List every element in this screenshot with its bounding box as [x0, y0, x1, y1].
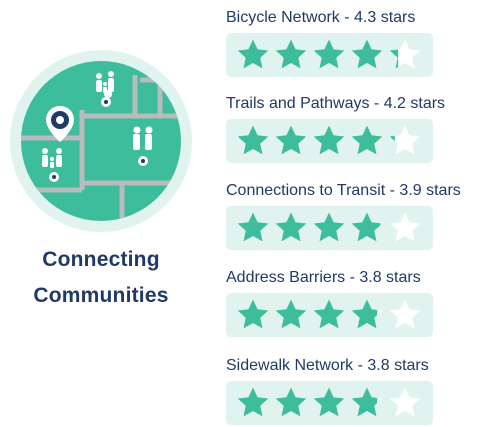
star-icon: [351, 387, 383, 417]
rating-sidewalk-network: Sidewalk Network - 3.8 stars: [226, 356, 490, 425]
star-icon: [237, 39, 269, 69]
star-rating: [226, 119, 433, 163]
rating-label: Trails and Pathways - 4.2 stars: [226, 95, 446, 112]
star-icon: [237, 299, 269, 329]
star-icon: [351, 39, 383, 69]
star-icon: [313, 125, 345, 155]
map-pin-icon: [101, 97, 111, 107]
star-icon: [275, 299, 307, 329]
rating-trails-and-pathways: Trails and Pathways - 4.2 stars: [226, 94, 490, 163]
star-rating: [226, 206, 433, 250]
rating-label: Address Barriers - 3.8 stars: [226, 269, 421, 286]
star-icon: [389, 299, 421, 329]
star-icon: [389, 125, 421, 155]
star-icon: [313, 299, 345, 329]
star-icon: [237, 125, 269, 155]
rating-address-barriers: Address Barriers - 3.8 stars: [226, 268, 490, 337]
star-icon: [313, 39, 345, 69]
star-rating: [226, 33, 433, 77]
star-icon: [275, 212, 307, 242]
star-icon: [313, 212, 345, 242]
badge-title-line1: Connecting: [42, 248, 160, 271]
rating-label: Connections to Transit - 3.9 stars: [226, 182, 461, 199]
star-icon: [237, 212, 269, 242]
star-icon: [275, 39, 307, 69]
rating-label: Bicycle Network - 4.3 stars: [226, 9, 416, 26]
badge-title-line2: Communities: [33, 284, 169, 307]
connecting-communities-badge: [10, 50, 192, 232]
star-icon: [351, 125, 383, 155]
star-icon: [389, 387, 421, 417]
rating-label: Sidewalk Network - 3.8 stars: [226, 357, 429, 374]
star-icon: [351, 212, 383, 242]
star-icon: [389, 212, 421, 242]
rating-bicycle-network: Bicycle Network - 4.3 stars: [226, 8, 490, 77]
star-icon: [275, 125, 307, 155]
star-icon: [313, 387, 345, 417]
star-icon: [237, 387, 269, 417]
rating-connections-to-transit: Connections to Transit - 3.9 stars: [226, 181, 490, 250]
star-rating: [226, 381, 433, 425]
star-icon: [389, 39, 421, 69]
star-icon: [351, 299, 383, 329]
star-rating: [226, 293, 433, 337]
star-icon: [275, 387, 307, 417]
